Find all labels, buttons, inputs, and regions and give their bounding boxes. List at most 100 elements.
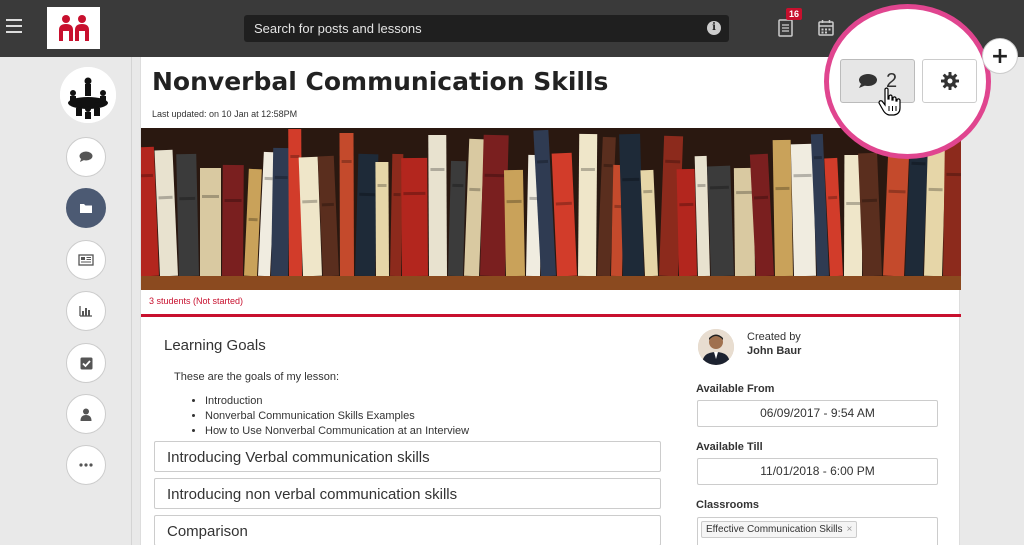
last-updated-text: Last updated: on 10 Jan at 12:58PM [152, 109, 298, 119]
search-input[interactable] [254, 21, 694, 36]
list-item: How to Use Nonverbal Communication at an… [205, 424, 469, 439]
book-spine [375, 161, 389, 276]
shelf-board [141, 276, 961, 290]
book-spine [428, 134, 447, 276]
book-spine [200, 168, 221, 276]
book-spine [448, 160, 467, 276]
creator-avatar[interactable] [698, 329, 734, 365]
book-spine-band [846, 201, 861, 206]
section-comparison[interactable]: Comparison [154, 515, 661, 545]
available-till-label: Available Till [696, 441, 763, 453]
book-spine-band [484, 173, 506, 178]
logo-people-icon [58, 15, 89, 41]
section-nonverbal-skills[interactable]: Introducing non verbal communication ski… [154, 478, 661, 509]
lesson-panel: Nonverbal Communication Skills Last upda… [140, 57, 961, 545]
book-spine-band [861, 198, 878, 203]
book-spine [676, 168, 697, 276]
user-icon [80, 408, 92, 421]
book-spine-band [775, 186, 790, 191]
book-spine-band [321, 202, 334, 207]
section-verbal-skills[interactable]: Introducing Verbal communication skills [154, 441, 661, 472]
learning-goals-heading: Learning Goals [164, 337, 266, 354]
book-spine [943, 128, 961, 276]
hand-cursor-icon [878, 87, 901, 116]
book-spine-band [302, 199, 318, 204]
book-spine-band [202, 195, 219, 198]
book-spine-band [341, 159, 352, 164]
left-sidebar [0, 57, 132, 545]
classroom-tag-label: Effective Communication Skills [706, 524, 843, 535]
classrooms-label: Classrooms [696, 499, 759, 511]
book-spine-band [393, 192, 401, 197]
more-icon [79, 463, 93, 467]
settings-button[interactable] [922, 59, 977, 103]
book-spine-band [614, 204, 622, 209]
available-from-label: Available From [696, 383, 775, 395]
info-icon[interactable]: i [707, 21, 721, 35]
page-title: Nonverbal Communication Skills [152, 67, 609, 96]
nav-more[interactable] [66, 445, 106, 485]
book-spine-band [248, 217, 258, 222]
book-spine-band [430, 167, 445, 172]
book-spine-band [697, 183, 706, 188]
comment-icon [79, 151, 93, 162]
classrooms-field[interactable]: Effective Communication Skills × [697, 517, 938, 545]
group-avatar[interactable] [60, 67, 116, 123]
book-spine-band [828, 195, 838, 200]
hamburger-menu-icon[interactable] [6, 19, 22, 33]
book-spine [551, 152, 577, 276]
status-divider [141, 314, 961, 317]
add-button[interactable]: + [982, 38, 1018, 74]
learning-goals-list: Introduction Nonverbal Communication Ski… [205, 394, 469, 439]
book-spine-band [622, 177, 640, 182]
book-spine-band [813, 155, 822, 160]
book-spine-band [452, 183, 464, 188]
bar-chart-icon [79, 306, 92, 317]
book-spine-band [224, 198, 242, 203]
book-spine-band [793, 173, 812, 178]
remove-tag-icon[interactable]: × [847, 524, 853, 535]
list-item: Introduction [205, 394, 469, 409]
book-spine-band [736, 190, 753, 195]
book-spine [222, 164, 244, 276]
nav-members[interactable] [66, 394, 106, 434]
available-till-field[interactable]: 11/01/2018 - 6:00 PM [697, 458, 938, 485]
folder-icon [80, 204, 92, 213]
book-spine [271, 147, 291, 276]
checkbox-icon [80, 357, 92, 369]
book-spine [339, 132, 354, 276]
nav-comments[interactable] [66, 137, 106, 177]
book-spine-band [506, 199, 522, 204]
nav-tasks[interactable] [66, 343, 106, 383]
book-spine-band [264, 176, 273, 181]
creator-name: John Baur [747, 345, 802, 357]
created-by-label: Created by [747, 331, 801, 343]
book-spine-band [580, 167, 595, 172]
book-spine-band [946, 172, 961, 177]
search-bar: i [244, 15, 729, 42]
book-spine [298, 156, 322, 276]
nav-posts[interactable] [66, 240, 106, 280]
book-spine-band [359, 192, 376, 197]
notifications-icon[interactable] [777, 18, 795, 38]
gear-icon [940, 72, 959, 90]
book-spine-band [377, 183, 387, 188]
book-spine [401, 157, 428, 276]
book-spine [480, 134, 509, 276]
book-spine [578, 133, 598, 276]
book-spine-band [403, 191, 426, 196]
nav-folder[interactable] [66, 188, 106, 228]
list-item: Nonverbal Communication Skills Examples [205, 409, 469, 424]
comment-icon [858, 74, 877, 88]
book-spine-band [290, 154, 300, 159]
notification-count-badge: 16 [786, 8, 803, 20]
nav-reports[interactable] [66, 291, 106, 331]
learning-goals-intro: These are the goals of my lesson: [174, 371, 340, 383]
book-spine [288, 128, 302, 276]
book-spine [619, 133, 644, 276]
calendar-icon[interactable] [818, 19, 834, 36]
book-spine-band [141, 173, 154, 178]
available-from-field[interactable]: 06/09/2017 - 9:54 AM [697, 400, 938, 427]
book-spine-band [469, 187, 481, 192]
app-logo[interactable] [47, 7, 100, 49]
